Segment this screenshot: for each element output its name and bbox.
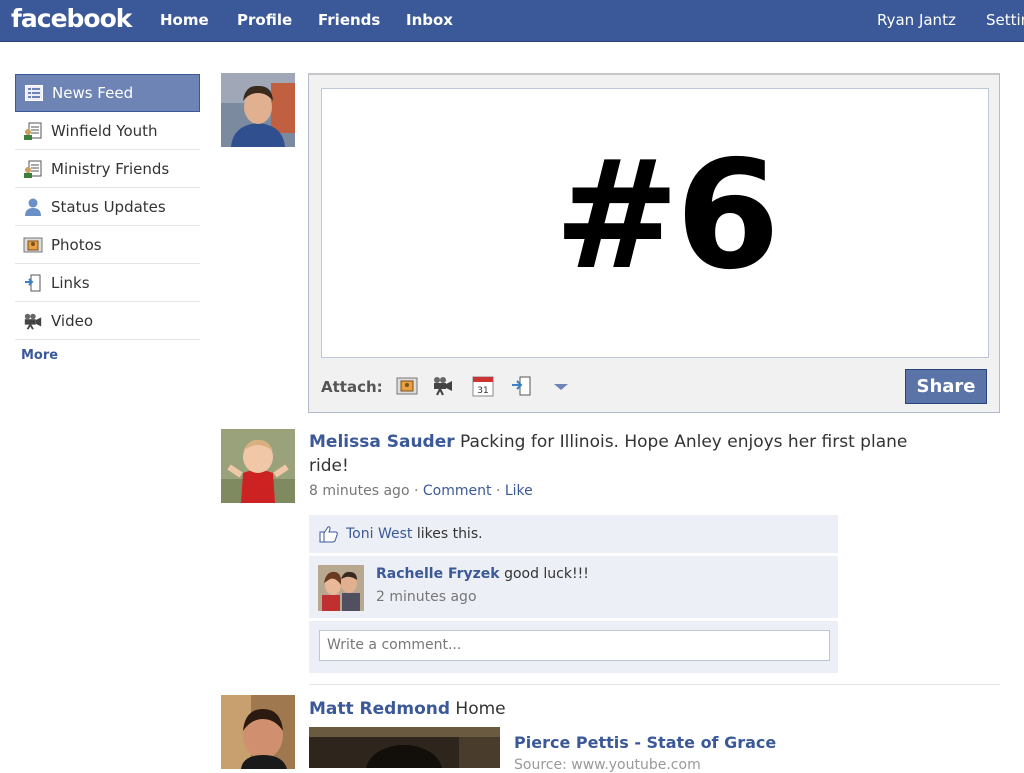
sidebar-item-label: Video	[51, 311, 94, 330]
status-composer: #6 Attach: 31 Share	[308, 73, 1000, 413]
likes-suffix: likes this.	[416, 526, 483, 542]
likes-row: Toni West likes this.	[309, 515, 838, 553]
sidebar-item-label: Links	[51, 273, 90, 292]
story-body: Melissa Sauder Packing for Illinois. Hop…	[309, 430, 909, 478]
sidebar-more-link[interactable]: More	[21, 348, 200, 363]
sidebar-item-ministry-friends[interactable]: Ministry Friends	[15, 150, 200, 188]
attach-video-icon[interactable]	[431, 374, 455, 398]
person-icon	[23, 197, 43, 217]
sidebar-item-label: Photos	[51, 235, 102, 254]
story-author-name[interactable]: Melissa Sauder	[309, 432, 455, 452]
comment-timestamp: 2 minutes ago	[376, 589, 477, 605]
attach-label: Attach:	[321, 378, 383, 396]
commenter-avatar[interactable]	[318, 565, 364, 611]
sidebar-item-links[interactable]: Links	[15, 264, 200, 302]
facebook-logo[interactable]: facebook	[11, 4, 132, 33]
sidebar-item-label: Status Updates	[51, 197, 166, 216]
sidebar-item-status-updates[interactable]: Status Updates	[15, 188, 200, 226]
attach-photo-icon[interactable]	[395, 374, 419, 398]
story-meta: 8 minutes ago · Comment · Like	[309, 483, 533, 499]
avatar[interactable]	[221, 73, 295, 147]
nav-profile[interactable]: Profile	[237, 11, 292, 29]
story-author-avatar[interactable]	[221, 695, 295, 769]
group-list-icon	[23, 121, 43, 141]
comment-row: Rachelle Fryzek good luck!!! 2 minutes a…	[309, 556, 838, 618]
sidebar-item-video[interactable]: Video	[15, 302, 200, 340]
slide-number-overlay: #6	[553, 129, 780, 303]
nav-friends[interactable]: Friends	[318, 11, 380, 29]
user-name-link[interactable]: Ryan Jantz	[877, 11, 956, 29]
story-status-text: Packing for Illinois. Hope Anley enjoys …	[460, 432, 908, 452]
liker-name[interactable]: Toni West	[346, 526, 412, 542]
comment-text: good luck!!!	[504, 566, 589, 582]
thumbs-up-icon	[319, 525, 339, 547]
link-icon	[23, 273, 43, 293]
svg-text:31: 31	[477, 386, 488, 396]
story-status-text-cont: ride!	[309, 456, 349, 476]
story-body: Matt Redmond Home	[309, 697, 506, 721]
comment-body: Rachelle Fryzek good luck!!!	[376, 566, 589, 582]
attach-more-dropdown-icon[interactable]	[549, 374, 573, 398]
settings-link[interactable]: Settin	[986, 11, 1024, 29]
nav-inbox[interactable]: Inbox	[406, 11, 453, 29]
separator: ·	[413, 483, 419, 499]
share-button[interactable]: Share	[905, 369, 987, 404]
video-camera-icon	[23, 311, 43, 331]
comment-link[interactable]: Comment	[423, 483, 492, 499]
sidebar-item-photos[interactable]: Photos	[15, 226, 200, 264]
sidebar-item-label: Ministry Friends	[51, 159, 170, 178]
story-timestamp: 8 minutes ago	[309, 483, 410, 499]
news-feed-icon	[24, 83, 44, 103]
group-list-icon	[23, 159, 43, 179]
comment-author-name[interactable]: Rachelle Fryzek	[376, 566, 500, 582]
top-bar: facebook Home Profile Friends Inbox Ryan…	[0, 0, 1024, 42]
status-textarea[interactable]: #6	[321, 88, 989, 358]
story-author-avatar[interactable]	[221, 429, 295, 503]
sidebar-item-winfield-youth[interactable]: Winfield Youth	[15, 112, 200, 150]
photo-icon	[23, 235, 43, 255]
sidebar: News Feed Winfield Youth Ministry Friend…	[15, 74, 200, 363]
separator: ·	[495, 483, 501, 499]
likes-text: Toni West likes this.	[346, 526, 483, 542]
video-thumbnail[interactable]	[309, 727, 500, 768]
attach-event-calendar-icon[interactable]: 31	[471, 374, 495, 398]
sidebar-item-label: Winfield Youth	[51, 121, 158, 140]
shared-link-title[interactable]: Pierce Pettis - State of Grace	[514, 733, 776, 752]
sidebar-item-label: News Feed	[52, 84, 134, 102]
attach-link-icon[interactable]	[510, 374, 534, 398]
shared-link-source: Source: www.youtube.com	[514, 757, 701, 773]
sidebar-item-news-feed[interactable]: News Feed	[15, 74, 200, 112]
story-divider	[309, 684, 1000, 685]
story-status-text: Home	[455, 699, 506, 719]
story-author-name[interactable]: Matt Redmond	[309, 699, 450, 719]
nav-home[interactable]: Home	[160, 11, 209, 29]
like-link[interactable]: Like	[505, 483, 533, 499]
write-comment-input[interactable]: Write a comment...	[319, 630, 830, 661]
